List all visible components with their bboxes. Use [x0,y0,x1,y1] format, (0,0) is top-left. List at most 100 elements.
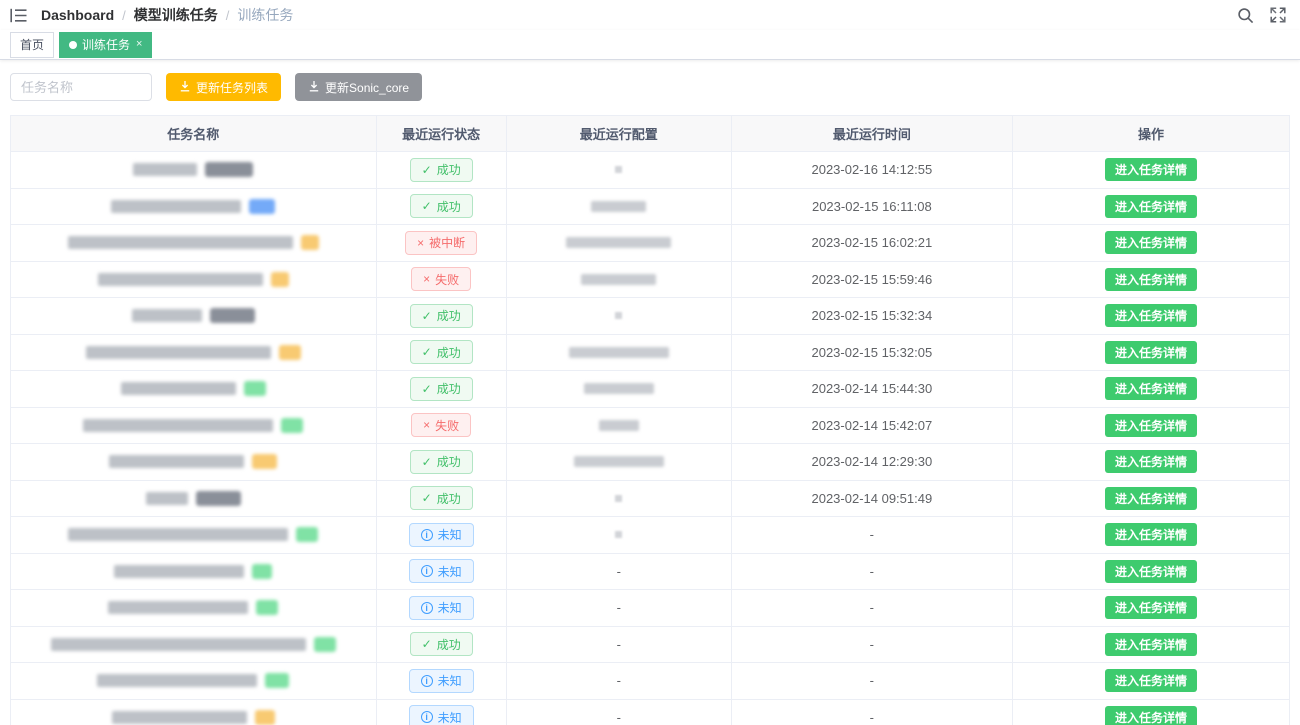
redacted-tag [210,308,255,323]
table-header-row: 任务名称 最近运行状态 最近运行配置 最近运行时间 操作 [11,116,1289,152]
status-label: 成功 [437,344,461,361]
enter-task-detail-button[interactable]: 进入任务详情 [1105,633,1197,656]
run-config-cell [507,335,732,372]
actions-cell: 进入任务详情 [1013,189,1289,226]
actions-cell: 进入任务详情 [1013,663,1289,700]
enter-task-detail-button[interactable]: 进入任务详情 [1105,377,1197,400]
table-row: ✓成功 2023-02-15 15:32:34 进入任务详情 [11,298,1289,335]
run-time-cell: 2023-02-15 15:59:46 [732,262,1013,299]
redacted-config [615,312,622,319]
enter-task-detail-button[interactable]: 进入任务详情 [1105,596,1197,619]
update-task-list-label: 更新任务列表 [196,79,268,96]
status-label: 失败 [435,271,459,288]
info-icon: i [421,675,433,687]
breadcrumb-item-model-training[interactable]: 模型训练任务 [134,5,218,25]
check-icon: ✓ [422,383,432,395]
status-badge: ✓成功 [410,377,473,401]
run-status-cell: ×被中断 [377,225,507,262]
redacted-text [68,528,288,541]
run-time-cell: - [732,663,1013,700]
enter-task-detail-button[interactable]: 进入任务详情 [1105,706,1197,725]
redacted-tag [296,527,318,542]
run-status-cell: ✓成功 [377,627,507,664]
toolbar: 更新任务列表 更新Sonic_core [0,60,1300,115]
check-icon: ✓ [422,164,432,176]
enter-task-detail-button[interactable]: 进入任务详情 [1105,231,1197,254]
top-navbar: Dashboard / 模型训练任务 / 训练任务 [0,0,1300,30]
redacted-text [114,565,244,578]
tab-home[interactable]: 首页 [10,32,54,58]
redacted-text [97,674,257,687]
table-row: i未知 - - 进入任务详情 [11,554,1289,591]
task-name-cell [11,262,377,299]
run-status-cell: ✓成功 [377,298,507,335]
tab-training-tasks[interactable]: 训练任务 × [59,32,152,58]
check-icon: ✓ [422,310,432,322]
actions-cell: 进入任务详情 [1013,298,1289,335]
run-time-cell: 2023-02-15 16:11:08 [732,189,1013,226]
enter-task-detail-button[interactable]: 进入任务详情 [1105,195,1197,218]
status-label: 未知 [438,563,462,580]
status-label: 成功 [437,198,461,215]
status-badge: i未知 [409,596,474,620]
status-label: 成功 [437,490,461,507]
redacted-tag [301,235,319,250]
run-config-cell [507,517,732,554]
update-sonic-core-button[interactable]: 更新Sonic_core [295,73,422,101]
actions-cell: 进入任务详情 [1013,481,1289,518]
info-icon: i [421,529,433,541]
status-badge: ✓成功 [410,304,473,328]
check-icon: ✓ [422,346,432,358]
redacted-tag [271,272,289,287]
run-time-cell: - [732,627,1013,664]
breadcrumb-item-current: 训练任务 [237,5,293,25]
status-label: 未知 [438,672,462,689]
table-row: i未知 - - 进入任务详情 [11,700,1289,725]
redacted-tag [249,199,275,214]
enter-task-detail-button[interactable]: 进入任务详情 [1105,523,1197,546]
enter-task-detail-button[interactable]: 进入任务详情 [1105,304,1197,327]
redacted-config [566,237,671,248]
enter-task-detail-button[interactable]: 进入任务详情 [1105,414,1197,437]
enter-task-detail-button[interactable]: 进入任务详情 [1105,487,1197,510]
enter-task-detail-button[interactable]: 进入任务详情 [1105,341,1197,364]
redacted-tag [205,162,253,177]
redacted-tag [252,454,277,469]
enter-task-detail-button[interactable]: 进入任务详情 [1105,669,1197,692]
redacted-config [615,166,622,173]
table-row: ✓成功 2023-02-16 14:12:55 进入任务详情 [11,152,1289,189]
actions-cell: 进入任务详情 [1013,444,1289,481]
breadcrumb-item-dashboard[interactable]: Dashboard [41,7,114,23]
table-row: i未知 - 进入任务详情 [11,517,1289,554]
status-label: 成功 [437,453,461,470]
run-config-cell: - [507,627,732,664]
redacted-text [146,492,188,505]
run-time-cell: 2023-02-16 14:12:55 [732,152,1013,189]
enter-task-detail-button[interactable]: 进入任务详情 [1105,268,1197,291]
task-name-cell [11,298,377,335]
redacted-text [112,711,247,724]
actions-cell: 进入任务详情 [1013,152,1289,189]
task-name-cell [11,225,377,262]
update-task-list-button[interactable]: 更新任务列表 [166,73,281,101]
fullscreen-icon[interactable] [1270,7,1286,23]
table-row: ×失败 2023-02-15 15:59:46 进入任务详情 [11,262,1289,299]
redacted-text [98,273,263,286]
column-header-task-name: 任务名称 [11,116,377,152]
run-time-cell: 2023-02-14 12:29:30 [732,444,1013,481]
redacted-tag [281,418,303,433]
sidebar-toggle-icon[interactable] [10,8,27,23]
run-config-cell [507,262,732,299]
run-time-cell: - [732,554,1013,591]
enter-task-detail-button[interactable]: 进入任务详情 [1105,450,1197,473]
search-icon[interactable] [1237,7,1254,24]
task-name-input[interactable] [10,73,152,101]
info-icon: i [421,602,433,614]
column-header-run-status: 最近运行状态 [377,116,507,152]
task-name-cell [11,189,377,226]
redacted-config [569,347,669,358]
close-tab-icon[interactable]: × [136,39,142,50]
run-config-cell: - [507,663,732,700]
enter-task-detail-button[interactable]: 进入任务详情 [1105,560,1197,583]
enter-task-detail-button[interactable]: 进入任务详情 [1105,158,1197,181]
